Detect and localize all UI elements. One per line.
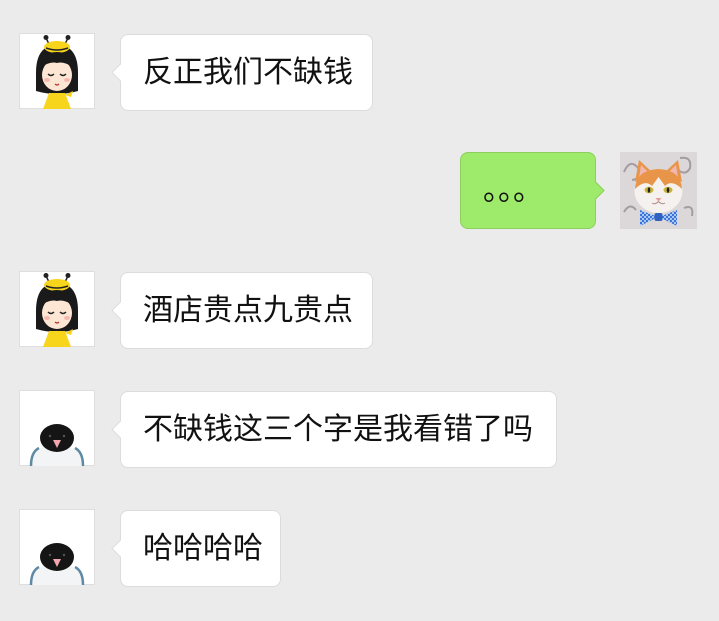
penguin-bird-avatar[interactable] <box>19 390 95 466</box>
message-text: 反正我们不缺钱 <box>143 55 353 90</box>
message-row-incoming: 酒店贵点九贵点 <box>0 271 719 349</box>
girl-bee-hat-avatar[interactable] <box>19 271 95 347</box>
message-text: 不缺钱这三个字是我看错了吗 <box>143 412 533 447</box>
message-text: 哈哈哈哈 <box>143 531 263 566</box>
message-bubble[interactable]: 哈哈哈哈 <box>120 510 281 587</box>
message-row-outgoing: 。。。 <box>0 152 719 230</box>
cat-avatar-icon <box>620 152 697 229</box>
message-row-incoming: 不缺钱这三个字是我看错了吗 <box>0 390 719 468</box>
message-bubble[interactable]: 酒店贵点九贵点 <box>120 272 373 349</box>
message-row-incoming: 哈哈哈哈 <box>0 509 719 587</box>
message-text: 。。。 <box>483 173 543 208</box>
message-bubble-outgoing[interactable]: 。。。 <box>460 152 596 229</box>
message-bubble[interactable]: 反正我们不缺钱 <box>120 34 373 111</box>
cat-bowtie-avatar[interactable] <box>620 152 697 229</box>
bird-avatar-icon <box>19 390 95 466</box>
penguin-bird-avatar[interactable] <box>19 509 95 585</box>
bird-avatar-icon <box>19 509 95 585</box>
girl-avatar-icon <box>19 271 95 347</box>
message-text: 酒店贵点九贵点 <box>143 293 353 328</box>
girl-bee-hat-avatar[interactable] <box>19 33 95 109</box>
message-row-incoming: 反正我们不缺钱 <box>0 33 719 111</box>
girl-avatar-icon <box>19 33 95 109</box>
message-bubble[interactable]: 不缺钱这三个字是我看错了吗 <box>120 391 557 468</box>
